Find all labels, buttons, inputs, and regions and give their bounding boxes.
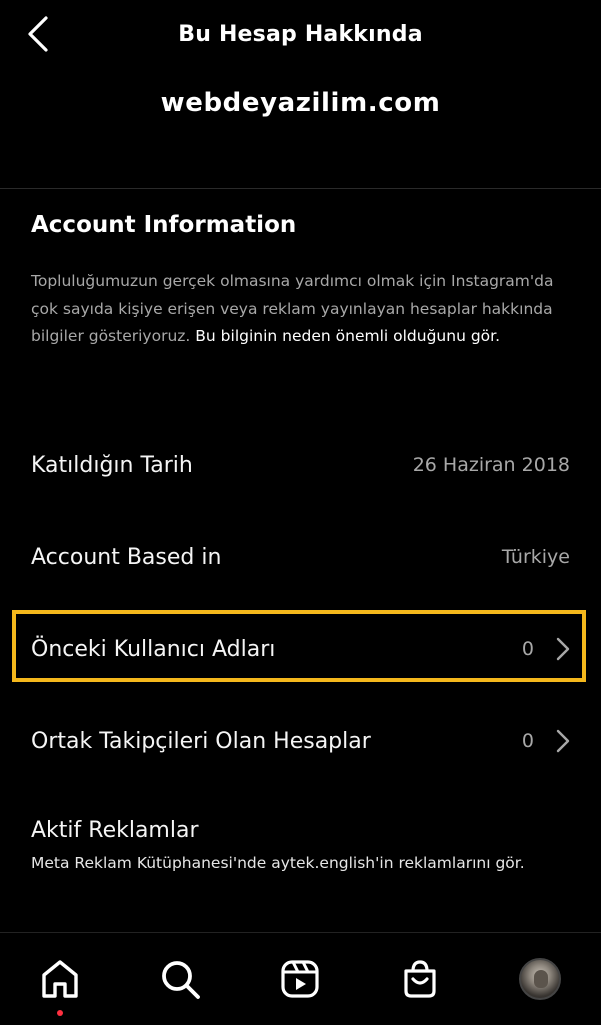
row-value: 26 Haziran 2018 <box>413 454 570 476</box>
learn-more-link[interactable]: Bu bilginin neden önemli olduğunu gör. <box>195 327 500 345</box>
active-ads-description[interactable]: Meta Reklam Kütüphanesi'nde aytek.englis… <box>31 850 576 877</box>
nav-search[interactable] <box>156 955 204 1003</box>
active-ads-title[interactable]: Aktif Reklamlar <box>31 818 199 843</box>
reels-icon <box>281 960 319 998</box>
country-value: Türkiye <box>501 546 570 568</box>
chevron-right-icon <box>556 729 570 753</box>
section-title: Account Information <box>31 212 297 238</box>
row-value: Türkiye <box>502 546 570 568</box>
page-title: Bu Hesap Hakkında <box>178 22 423 47</box>
bottom-nav <box>0 932 601 1025</box>
row-former-usernames[interactable]: Önceki Kullanıcı Adları 0 <box>31 619 570 679</box>
row-value: 0 <box>522 729 570 753</box>
search-icon <box>162 961 200 999</box>
notification-dot <box>57 1010 63 1016</box>
home-icon <box>42 960 78 998</box>
row-label: Katıldığın Tarih <box>31 452 193 478</box>
row-label: Ortak Takipçileri Olan Hesaplar <box>31 728 371 754</box>
chevron-right-icon <box>556 637 570 661</box>
former-usernames-count: 0 <box>521 638 534 660</box>
row-label: Account Based in <box>31 544 222 570</box>
row-value: 0 <box>522 637 570 661</box>
join-date-value: 26 Haziran 2018 <box>412 454 570 476</box>
avatar <box>519 958 561 1000</box>
shared-followers-count: 0 <box>521 730 534 752</box>
nav-shop[interactable] <box>396 955 444 1003</box>
account-username: webdeyazilim.com <box>160 88 441 118</box>
row-label: Önceki Kullanıcı Adları <box>31 636 276 662</box>
nav-home[interactable] <box>36 955 84 1003</box>
nav-reels[interactable] <box>276 955 324 1003</box>
header: Bu Hesap Hakkında webdeyazilim.com <box>0 0 601 189</box>
shop-icon <box>404 960 436 998</box>
row-join-date: Katıldığın Tarih 26 Haziran 2018 <box>31 435 570 495</box>
nav-profile[interactable] <box>516 955 564 1003</box>
row-shared-followers[interactable]: Ortak Takipçileri Olan Hesaplar 0 <box>31 711 570 771</box>
section-description: Topluluğumuzun gerçek olmasına yardımcı … <box>31 268 576 351</box>
row-account-based-in: Account Based in Türkiye <box>31 527 570 587</box>
